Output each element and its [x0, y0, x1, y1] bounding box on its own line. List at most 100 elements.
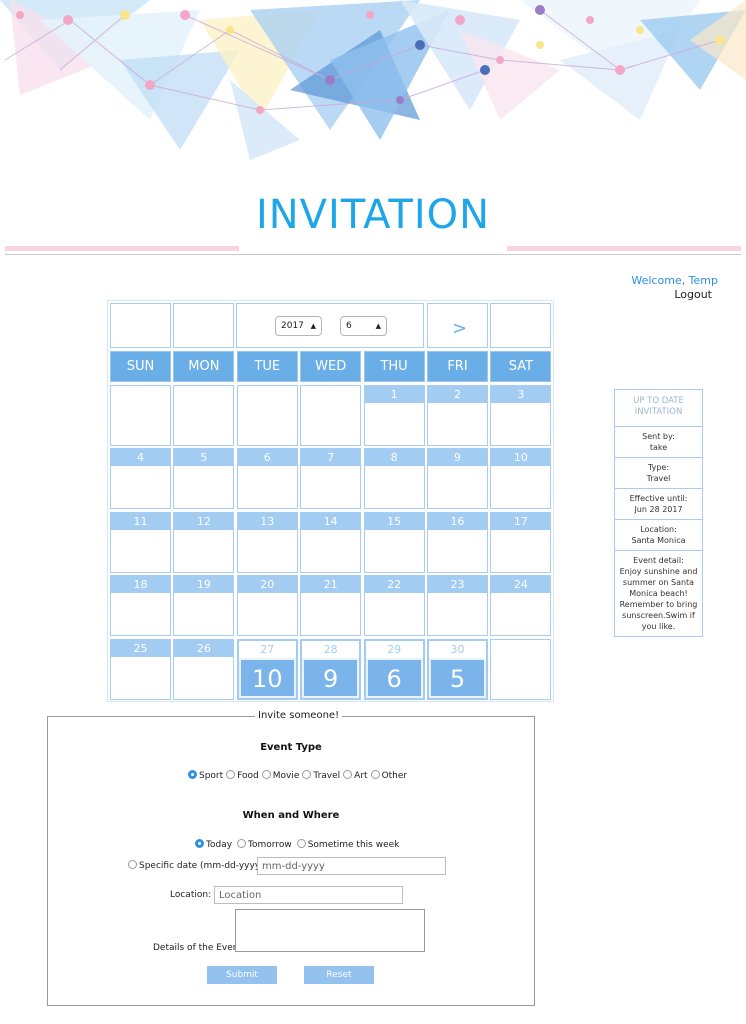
calendar-day-number: 25	[111, 639, 170, 657]
calendar-day[interactable]: 8	[363, 448, 425, 510]
calendar-day[interactable]: 21	[300, 575, 362, 637]
details-label: Details of the Event	[153, 943, 243, 953]
calendar-day-invitation-count[interactable]: 6	[367, 659, 421, 696]
calendar-day[interactable]: 10	[490, 448, 552, 510]
event-type-option[interactable]: Art	[343, 770, 368, 781]
invitation-info-panel: UP TO DATE INVITATION Sent by: take Type…	[614, 389, 703, 637]
info-effective-label: Effective until:	[629, 494, 688, 503]
event-type-option[interactable]: Sport	[188, 770, 223, 781]
event-type-radio[interactable]	[370, 770, 380, 779]
info-sent-by: Sent by: take	[615, 427, 702, 458]
month-select[interactable]: 6 ▲	[340, 316, 387, 336]
calendar-day-number: 24	[491, 576, 551, 594]
calendar-day-number: 17	[491, 512, 551, 530]
calendar-day[interactable]: 23	[427, 575, 488, 637]
info-type-value: Travel	[646, 474, 671, 483]
calendar-day[interactable]: 6	[236, 448, 298, 510]
event-type-radio[interactable]	[226, 770, 236, 779]
calendar-day[interactable]: 17	[490, 511, 552, 573]
when-label: Sometime this week	[307, 840, 400, 850]
info-detail-label: Event detail:	[633, 556, 684, 565]
submit-button[interactable]: Submit	[207, 966, 277, 984]
calendar-day-invitation-count[interactable]: 10	[240, 659, 294, 696]
when-radio[interactable]	[195, 839, 204, 848]
select-arrows-icon: ▲	[310, 322, 316, 330]
weekday-header: FRI	[427, 351, 488, 382]
calendar-day[interactable]: 2	[427, 385, 488, 446]
title-underline-right	[507, 246, 741, 251]
year-select[interactable]: 2017 ▲	[275, 316, 322, 336]
calendar-day[interactable]: 28 9	[300, 638, 362, 700]
info-detail-value: Enjoy sunshine and summer on Santa Monic…	[619, 567, 698, 631]
calendar-day-number: 29	[365, 640, 423, 658]
calendar-nav-empty-right	[490, 303, 551, 348]
calendar-day-invitation-count[interactable]: 5	[431, 659, 484, 696]
logout-link[interactable]: Logout	[674, 288, 712, 301]
when-option[interactable]: Sometime this week	[296, 839, 400, 850]
calendar-nav-empty-left	[110, 303, 171, 348]
calendar-day[interactable]: 5	[173, 448, 235, 510]
specific-date-input[interactable]: mm-dd-yyyy	[257, 857, 446, 875]
event-type-option[interactable]: Food	[226, 770, 259, 781]
event-type-radio[interactable]	[188, 770, 197, 779]
specific-date-radio[interactable]	[128, 860, 137, 869]
page-title: INVITATION	[255, 192, 491, 238]
location-input[interactable]: Location	[214, 886, 403, 904]
when-option[interactable]: Today	[195, 839, 233, 850]
calendar-day-number: 23	[428, 576, 487, 594]
calendar-day[interactable]: 3	[490, 385, 552, 446]
when-radio[interactable]	[237, 839, 247, 848]
calendar-day[interactable]: 19	[173, 575, 235, 637]
year-select-value: 2017	[281, 321, 304, 331]
calendar-day-number: 6	[237, 449, 297, 467]
calendar-day[interactable]: 30 5	[427, 638, 488, 700]
specific-date-option[interactable]: Specific date (mm-dd-yyyy)	[128, 860, 264, 871]
calendar-day[interactable]: 1	[363, 385, 425, 446]
calendar-day[interactable]: 9	[427, 448, 488, 510]
calendar-day[interactable]: 14	[300, 511, 362, 573]
calendar-day[interactable]: 15	[363, 511, 425, 573]
calendar-day[interactable]: 12	[173, 511, 235, 573]
calendar-day-number: 30	[429, 640, 486, 658]
reset-button[interactable]: Reset	[304, 966, 374, 984]
when-option[interactable]: Tomorrow	[237, 839, 292, 850]
calendar-day[interactable]: 29 6	[363, 638, 425, 700]
details-textarea[interactable]	[235, 909, 425, 952]
event-type-option[interactable]: Other	[370, 770, 407, 781]
calendar-day-number: 7	[301, 449, 361, 467]
calendar-day[interactable]: 13	[236, 511, 298, 573]
when-radio[interactable]	[296, 839, 306, 848]
info-type: Type: Travel	[615, 458, 702, 489]
when-label: Today	[206, 840, 233, 850]
calendar-day[interactable]: 25	[110, 638, 171, 700]
calendar: 2017 ▲ 6 ▲ > SUN MON TUE WED THU FRI SAT 1 2 3 4 5 6…	[107, 300, 554, 702]
calendar-nav-empty-left-2	[173, 303, 234, 348]
event-type-radio[interactable]	[261, 770, 271, 779]
calendar-day[interactable]: 20	[236, 575, 298, 637]
calendar-day[interactable]: 18	[110, 575, 171, 637]
welcome-link[interactable]: Welcome, Temp	[631, 274, 718, 287]
select-arrows-icon: ▲	[375, 322, 381, 330]
event-type-option[interactable]: Movie	[261, 770, 299, 781]
event-type-option[interactable]: Travel	[302, 770, 340, 781]
calendar-day[interactable]: 11	[110, 511, 171, 573]
calendar-day-number: 12	[174, 512, 234, 530]
header-banner	[0, 0, 746, 165]
calendar-day[interactable]: 26	[173, 638, 235, 700]
calendar-day[interactable]: 16	[427, 511, 488, 573]
calendar-day-number: 11	[111, 512, 170, 530]
calendar-day[interactable]: 22	[363, 575, 425, 637]
calendar-day[interactable]: 24	[490, 575, 552, 637]
calendar-day-invitation-count[interactable]: 9	[304, 659, 358, 696]
event-type-radio[interactable]	[302, 770, 312, 779]
calendar-empty-cell	[300, 385, 362, 446]
calendar-selectors: 2017 ▲ 6 ▲	[236, 303, 424, 348]
next-month-button[interactable]: >	[452, 318, 467, 339]
calendar-day[interactable]: 7	[300, 448, 362, 510]
next-month-cell[interactable]: >	[427, 303, 488, 348]
calendar-day[interactable]: 4	[110, 448, 171, 510]
calendar-day[interactable]: 27 10	[236, 638, 298, 700]
info-sent-by-value: take	[649, 443, 668, 452]
event-type-radio[interactable]	[343, 770, 353, 779]
calendar-day-number: 14	[301, 512, 361, 530]
